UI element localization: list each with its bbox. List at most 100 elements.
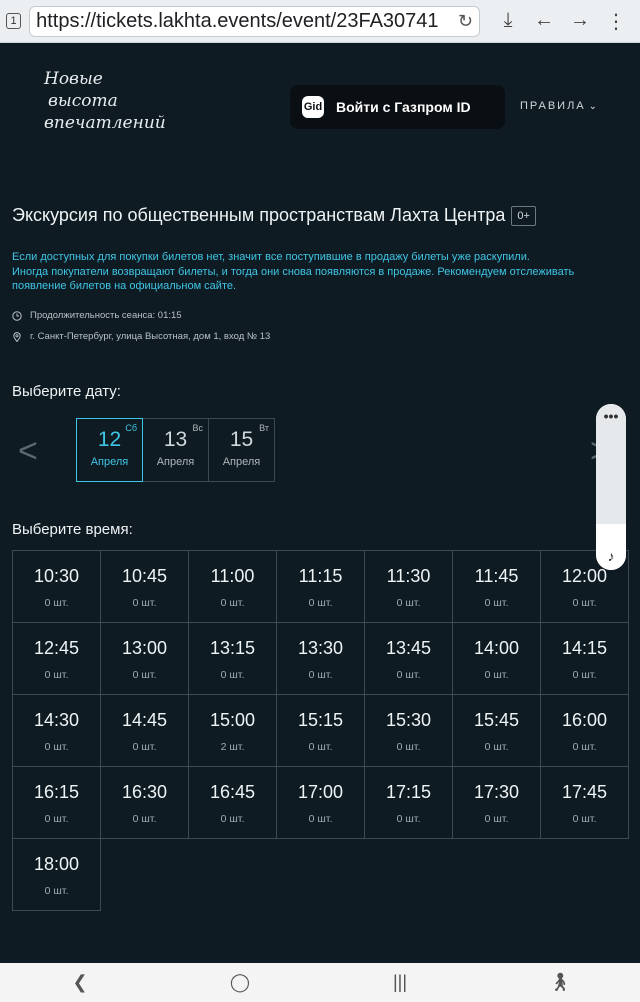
time-slot-count: 0 шт. [220, 813, 245, 825]
time-slot[interactable]: 14:45 0 шт. [100, 694, 189, 767]
time-slot[interactable]: 16:00 0 шт. [540, 694, 629, 767]
menu-dots-icon[interactable]: ⋮ [598, 9, 634, 34]
date-option[interactable]: 15 Вт Апреля [208, 418, 275, 482]
time-slot-count: 0 шт. [572, 597, 597, 609]
more-options-icon[interactable]: ••• [596, 408, 626, 424]
music-note-icon[interactable]: ♪ [596, 548, 626, 564]
date-section-label: Выберите дату: [12, 383, 121, 400]
time-slot-time: 15:45 [473, 710, 520, 730]
time-slot[interactable]: 14:30 0 шт. [12, 694, 101, 767]
address-bar[interactable]: https://tickets.lakhta.events/event/23FA… [29, 5, 480, 37]
date-weekday: Сб [125, 423, 137, 433]
time-slot-count: 0 шт. [484, 741, 509, 753]
time-slot-count: 0 шт. [484, 597, 509, 609]
time-slot-time: 11:00 [210, 566, 255, 586]
time-slot[interactable]: 10:45 0 шт. [100, 550, 189, 623]
reload-icon[interactable]: ↻ [458, 11, 473, 32]
time-slot-time: 10:30 [33, 566, 80, 586]
time-slot-count: 0 шт. [572, 741, 597, 753]
time-slot[interactable]: 15:00 2 шт. [188, 694, 277, 767]
url-text[interactable]: https://tickets.lakhta.events/event/23FA… [36, 10, 454, 33]
event-address: г. Санкт-Петербург, улица Высотная, дом … [12, 331, 270, 342]
time-slot-time: 16:30 [121, 782, 168, 802]
time-slot[interactable]: 13:00 0 шт. [100, 622, 189, 695]
address-text: г. Санкт-Петербург, улица Высотная, дом … [30, 331, 271, 342]
time-slot-count: 0 шт. [220, 669, 245, 681]
time-slot-time: 11:15 [298, 566, 343, 586]
forward-arrow-icon[interactable]: → [562, 9, 598, 34]
system-navigation-bar: ❮ ◯ ||| 🚶︎ [0, 963, 640, 1002]
time-slot-count: 0 шт. [308, 597, 333, 609]
time-slot-time: 13:30 [297, 638, 344, 658]
login-button-label: Войти с Газпром ID [336, 99, 471, 115]
time-slot-count: 0 шт. [132, 741, 157, 753]
time-slot[interactable]: 15:45 0 шт. [452, 694, 541, 767]
time-slot-time: 17:30 [473, 782, 520, 802]
date-weekday: Вт [259, 423, 269, 433]
date-month: Апреля [156, 456, 195, 468]
nav-back-icon[interactable]: ❮ [50, 972, 110, 993]
time-slot[interactable]: 11:00 0 шт. [188, 550, 277, 623]
logo-line: высота [48, 91, 118, 111]
time-slot-time: 14:00 [473, 638, 520, 658]
tab-count-button[interactable]: 1 [6, 13, 22, 29]
site-logo[interactable]: Новые высота впечатлений [44, 68, 214, 148]
time-slot-time: 13:00 [121, 638, 168, 658]
time-slot[interactable]: 13:15 0 шт. [188, 622, 277, 695]
gazprom-login-button[interactable]: Gid Войти с Газпром ID [290, 85, 505, 129]
time-slot[interactable]: 18:00 0 шт. [12, 838, 101, 911]
time-slot[interactable]: 11:45 0 шт. [452, 550, 541, 623]
time-slot[interactable]: 10:30 0 шт. [12, 550, 101, 623]
time-slot[interactable]: 13:30 0 шт. [276, 622, 365, 695]
time-slot[interactable]: 17:45 0 шт. [540, 766, 629, 839]
date-option[interactable]: 13 Вс Апреля [142, 418, 209, 482]
time-slot-count: 0 шт. [308, 813, 333, 825]
time-slot-count: 0 шт. [396, 597, 421, 609]
time-slot-count: 0 шт. [132, 597, 157, 609]
time-slot[interactable]: 17:15 0 шт. [364, 766, 453, 839]
time-slot[interactable]: 11:30 0 шт. [364, 550, 453, 623]
chevron-down-icon: ⌄ [588, 100, 598, 112]
time-slot-time: 12:45 [33, 638, 80, 658]
time-slot-time: 13:15 [209, 638, 256, 658]
time-slot-time: 16:15 [33, 782, 80, 802]
time-slot[interactable]: 14:15 0 шт. [540, 622, 629, 695]
logo-line: Новые [44, 69, 103, 89]
time-slot[interactable]: 15:30 0 шт. [364, 694, 453, 767]
time-slot[interactable]: 11:15 0 шт. [276, 550, 365, 623]
time-slot[interactable]: 12:45 0 шт. [12, 622, 101, 695]
time-slot[interactable]: 17:00 0 шт. [276, 766, 365, 839]
time-slot-time: 16:45 [209, 782, 256, 802]
back-arrow-icon[interactable]: ← [526, 9, 562, 34]
time-slot-time: 11:30 [386, 566, 431, 586]
nav-recents-icon[interactable]: ||| [370, 972, 430, 993]
download-icon[interactable]: ⤓ [490, 9, 526, 34]
rules-dropdown[interactable]: ПРАВИЛА ⌄ [520, 100, 597, 112]
date-month: Апреля [222, 456, 261, 468]
date-option[interactable]: 12 Сб Апреля [76, 418, 143, 482]
time-slot[interactable]: 16:15 0 шт. [12, 766, 101, 839]
prev-dates-arrow-icon[interactable]: < [18, 434, 38, 468]
time-slot-count: 0 шт. [132, 669, 157, 681]
time-slot[interactable]: 15:15 0 шт. [276, 694, 365, 767]
floating-media-widget[interactable]: ••• ♪ [596, 404, 626, 570]
logo-line: впечатлений [44, 113, 166, 133]
time-slot-time: 14:30 [33, 710, 80, 730]
time-slot-count: 0 шт. [44, 669, 69, 681]
time-slot-time: 14:15 [561, 638, 608, 658]
time-slot-count: 0 шт. [44, 813, 69, 825]
nav-home-icon[interactable]: ◯ [210, 972, 270, 993]
age-rating-badge: 0+ [511, 205, 536, 226]
time-section-label: Выберите время: [12, 521, 133, 538]
time-slot-time: 18:00 [33, 854, 80, 874]
time-slot-count: 0 шт. [484, 669, 509, 681]
time-slot[interactable]: 16:45 0 шт. [188, 766, 277, 839]
time-slot[interactable]: 14:00 0 шт. [452, 622, 541, 695]
time-slot[interactable]: 17:30 0 шт. [452, 766, 541, 839]
time-slot[interactable]: 16:30 0 шт. [100, 766, 189, 839]
event-title: Экскурсия по общественным пространствам … [12, 205, 506, 225]
time-slot[interactable]: 13:45 0 шт. [364, 622, 453, 695]
time-slot-time: 17:45 [561, 782, 608, 802]
date-picker: 12 Сб Апреля 13 Вс Апреля 15 Вт Апреля [76, 418, 275, 482]
accessibility-icon[interactable]: 🚶︎ [530, 972, 590, 993]
